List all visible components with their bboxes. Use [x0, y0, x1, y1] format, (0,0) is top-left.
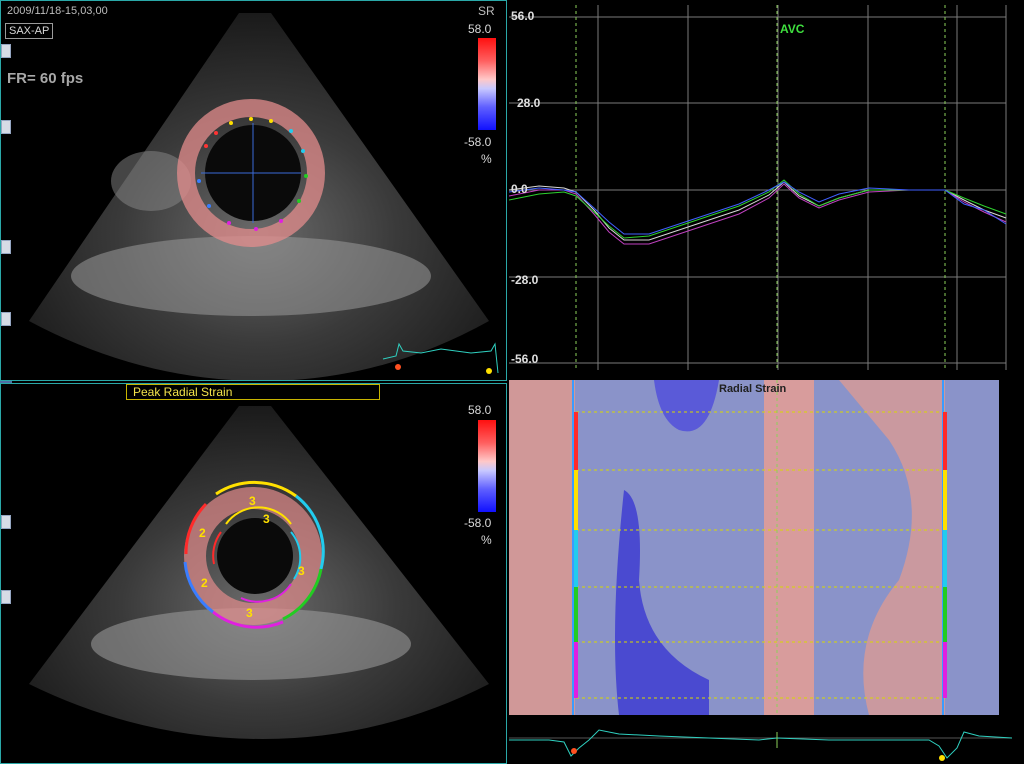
segment-label: 3	[246, 606, 253, 620]
side-button[interactable]	[1, 44, 11, 58]
segment-label: 3	[249, 494, 256, 508]
echo-panel-top[interactable]: 2009/11/18-15,03,00 SAX-AP FR= 60 fps SR…	[0, 0, 507, 381]
peak-radial-strain-title: Peak Radial Strain	[126, 384, 380, 400]
ecg-trace	[509, 729, 1012, 761]
mode-label: SR	[478, 4, 495, 18]
segment-label: 2	[199, 526, 206, 540]
radial-strain-heatmap[interactable]: Radial Strain	[509, 380, 1012, 718]
scale-min-top: -58.0	[464, 135, 492, 149]
echo-image-bottom[interactable]	[1, 384, 506, 763]
echo-image-top[interactable]	[1, 1, 506, 380]
y-tick: -28.0	[511, 273, 539, 287]
ecg-strip[interactable]	[509, 718, 1012, 764]
side-button[interactable]	[1, 312, 11, 326]
scale-max-bottom: 58.0	[468, 403, 492, 417]
y-tick: -56.0	[511, 352, 539, 366]
side-button[interactable]	[1, 590, 11, 604]
color-scale-top	[478, 38, 496, 130]
side-button[interactable]	[1, 120, 11, 134]
color-scale-bottom	[478, 420, 496, 512]
strain-graph-plot[interactable]	[509, 0, 1012, 374]
view-label: SAX-AP	[5, 23, 54, 39]
segment-label: 3	[298, 564, 305, 578]
heatmap-image[interactable]	[509, 380, 1012, 718]
scale-min-bottom: -58.0	[464, 516, 492, 530]
heatmap-title: Radial Strain	[719, 383, 787, 395]
y-tick: 28.0	[517, 96, 541, 110]
strain-graph[interactable]: 56.0 28.0 0.0 -28.0 -56.0 AVC	[509, 0, 1012, 374]
side-button[interactable]	[1, 515, 11, 529]
scale-max-top: 58.0	[468, 22, 492, 36]
segment-label: 2	[201, 576, 208, 590]
echo-panel-bottom[interactable]: 3 2 2 3 3 3 58.0 -58.0 %	[0, 383, 507, 764]
scale-unit-bottom: %	[481, 533, 492, 547]
frame-rate: FR= 60 fps	[7, 70, 84, 87]
avc-marker-label: AVC	[780, 22, 805, 36]
y-tick: 56.0	[511, 9, 535, 23]
y-tick: 0.0	[511, 182, 528, 196]
side-button[interactable]	[1, 240, 11, 254]
scale-unit-top: %	[481, 152, 492, 166]
segment-label: 3	[263, 512, 270, 526]
timestamp: 2009/11/18-15,03,00	[7, 5, 108, 17]
